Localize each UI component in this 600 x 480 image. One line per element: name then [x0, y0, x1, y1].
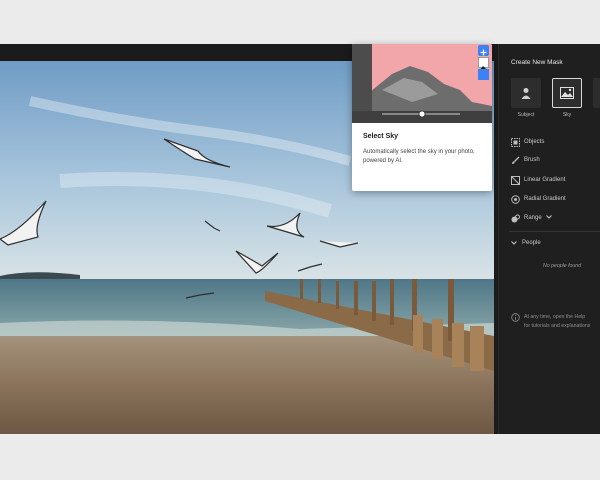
help-hint: At any time, open the Help for tutorials… — [511, 313, 600, 331]
linear-gradient-label: Linear Gradient — [524, 177, 566, 183]
range-label: Range — [524, 215, 542, 221]
brush-tool[interactable]: Brush — [511, 154, 540, 166]
panel-divider — [509, 231, 600, 232]
chevron-down-icon[interactable] — [545, 215, 552, 221]
sky-mask-label: Sky — [562, 112, 572, 118]
brush-icon — [511, 156, 520, 165]
objects-icon — [511, 137, 520, 147]
chevron-down-icon — [511, 241, 517, 245]
panel-title: Create New Mask — [511, 59, 563, 66]
person-icon — [521, 88, 531, 99]
radial-gradient-label: Radial Gradient — [524, 196, 566, 202]
add-icon[interactable] — [478, 45, 489, 56]
objects-label: Objects — [524, 139, 545, 145]
objects-tool[interactable]: Objects — [511, 136, 544, 148]
linear-gradient-tool[interactable]: Linear Gradient — [511, 174, 565, 186]
subject-mask-label: Subject — [517, 112, 535, 118]
preview-mode-icon[interactable] — [478, 57, 489, 71]
sky-mask-button[interactable] — [552, 78, 582, 108]
range-icon — [511, 214, 520, 223]
more-mask-types-button[interactable] — [593, 78, 600, 108]
range-tool[interactable]: Range — [511, 212, 552, 224]
radial-gradient-tool[interactable]: Radial Gradient — [511, 193, 566, 205]
popover-title: Select Sky — [363, 133, 399, 140]
overlay-toggle-icon[interactable] — [478, 69, 489, 80]
masks-panel: Create New Mask Subject Sky Objects Brus… — [498, 44, 600, 434]
help-hint-line-2: for tutorials and explanations — [524, 323, 591, 329]
select-sky-popover: Select Sky Automatically select the sky … — [352, 44, 492, 191]
sky-icon — [560, 87, 574, 99]
no-people-text: No people found — [543, 263, 582, 269]
help-hint-line-1: At any time, open the Help — [524, 314, 586, 320]
popover-description: Automatically select the sky in your pho… — [363, 149, 475, 164]
linear-gradient-icon — [511, 175, 520, 185]
sky-mask-preview — [352, 44, 492, 123]
subject-mask-button[interactable] — [511, 78, 541, 108]
people-label: People — [522, 240, 541, 246]
radial-gradient-icon — [511, 194, 520, 204]
people-section-header[interactable]: People — [511, 240, 541, 246]
brush-label: Brush — [524, 157, 540, 163]
info-icon — [511, 313, 520, 322]
